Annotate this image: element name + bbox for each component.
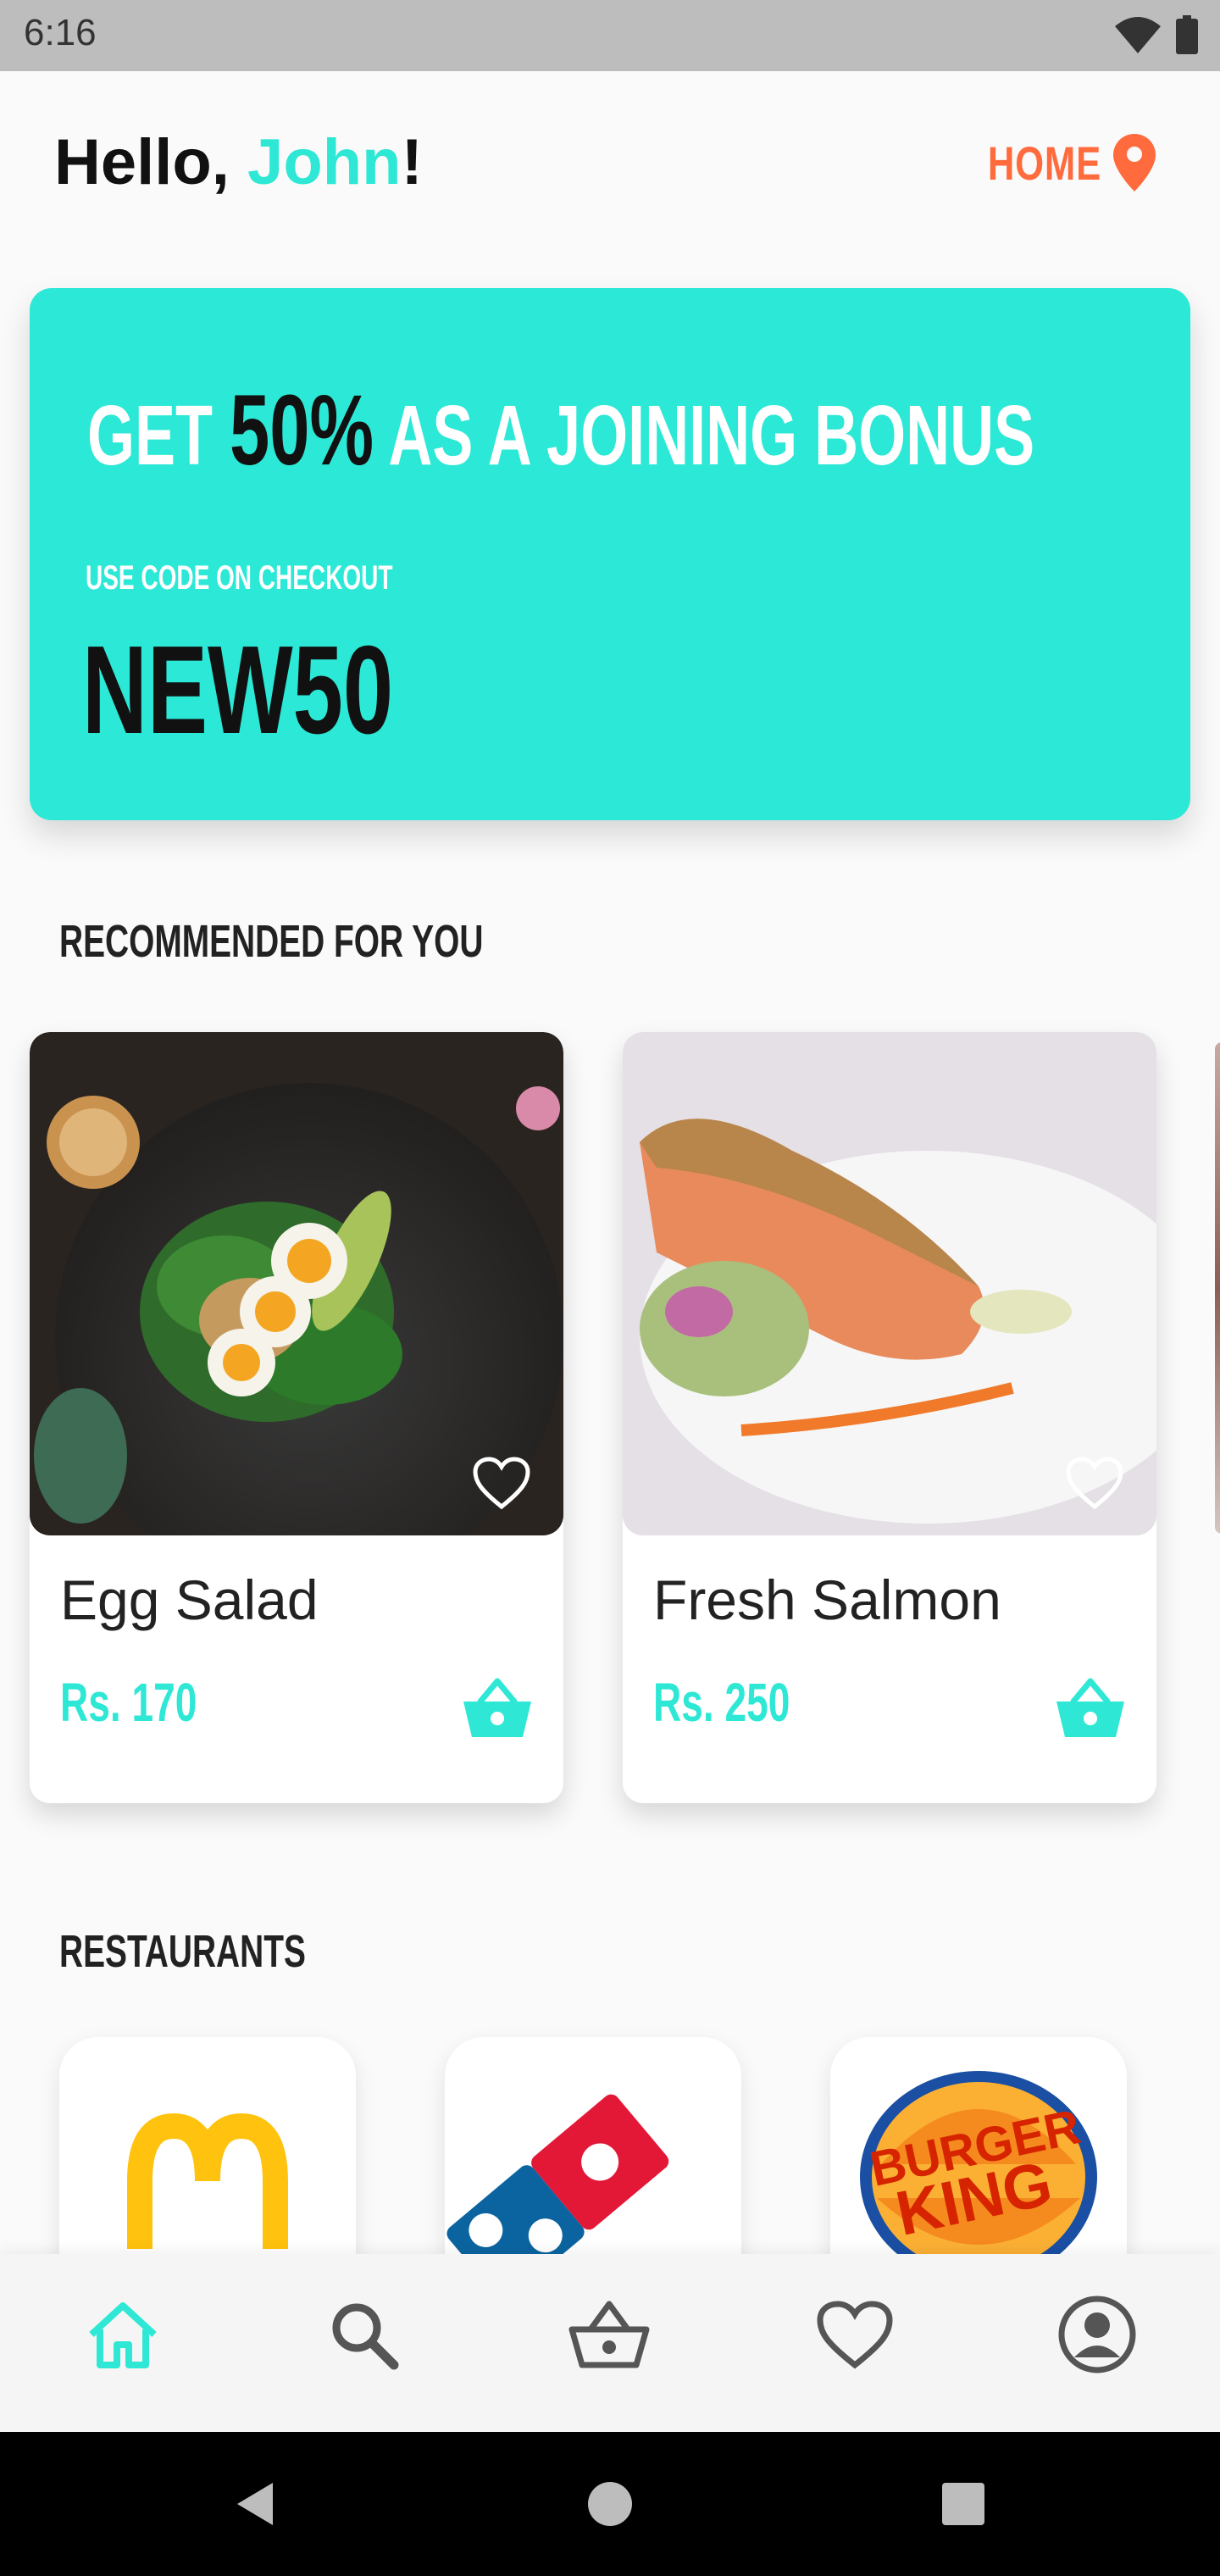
status-time: 6:16: [24, 12, 97, 53]
basket-icon[interactable]: [1055, 1678, 1126, 1739]
wifi-icon: [1115, 17, 1161, 53]
restaurants-title: RESTAURANTS: [59, 1926, 306, 1977]
food-card-fresh-salmon[interactable]: Fresh Salmon Rs. 250: [623, 1032, 1156, 1803]
system-nav-bar: [0, 2432, 1220, 2576]
recents-icon[interactable]: [935, 2476, 991, 2532]
greeting-prefix: Hello,: [54, 126, 248, 198]
food-card-egg-salad[interactable]: Egg Salad Rs. 170: [30, 1032, 563, 1803]
recommended-title: RECOMMENDED FOR YOU: [59, 916, 484, 967]
location-selector[interactable]: HOME: [956, 134, 1156, 192]
food-price: Rs. 170: [60, 1672, 197, 1733]
search-icon: [332, 2303, 399, 2370]
promo-headline: GET 50% AS A JOINING BONUS: [87, 373, 1034, 488]
heart-icon: [817, 2301, 893, 2369]
food-name: Fresh Salmon: [653, 1568, 1001, 1631]
home-icon: [89, 2302, 157, 2368]
greeting-suffix: !: [401, 126, 423, 198]
status-bar: 6:16: [0, 0, 1220, 71]
promo-headline-suffix: AS A JOINING BONUS: [374, 388, 1035, 483]
promo-code: NEW50: [82, 620, 394, 760]
nav-home[interactable]: [76, 2288, 169, 2381]
promo-banner[interactable]: GET 50% AS A JOINING BONUS USE CODE ON C…: [30, 288, 1190, 820]
location-pin-icon: [1113, 134, 1156, 192]
back-icon[interactable]: [227, 2476, 283, 2532]
battery-icon: [1176, 15, 1198, 54]
food-card-partial[interactable]: [1215, 1042, 1220, 1534]
nav-favorites[interactable]: [808, 2288, 901, 2381]
nav-basket[interactable]: [563, 2288, 656, 2381]
promo-percent: 50%: [230, 375, 374, 486]
nav-search[interactable]: [317, 2288, 410, 2381]
profile-icon: [1058, 2296, 1136, 2373]
heart-outline-icon[interactable]: [1065, 1456, 1124, 1510]
basket-icon: [568, 2301, 650, 2368]
heart-outline-icon[interactable]: [472, 1456, 531, 1510]
location-label: HOME: [987, 136, 1101, 190]
status-icons: [1115, 15, 1198, 54]
bottom-nav: [0, 2254, 1220, 2432]
food-price: Rs. 250: [653, 1672, 790, 1733]
user-name: John: [247, 126, 402, 198]
home-circle-icon[interactable]: [582, 2476, 638, 2532]
nav-profile[interactable]: [1051, 2288, 1144, 2381]
promo-headline-prefix: GET: [87, 388, 230, 483]
basket-icon[interactable]: [462, 1678, 533, 1739]
promo-subtitle: USE CODE ON CHECKOUT: [86, 559, 393, 597]
food-name: Egg Salad: [60, 1568, 319, 1631]
greeting: Hello, John!: [54, 125, 423, 199]
